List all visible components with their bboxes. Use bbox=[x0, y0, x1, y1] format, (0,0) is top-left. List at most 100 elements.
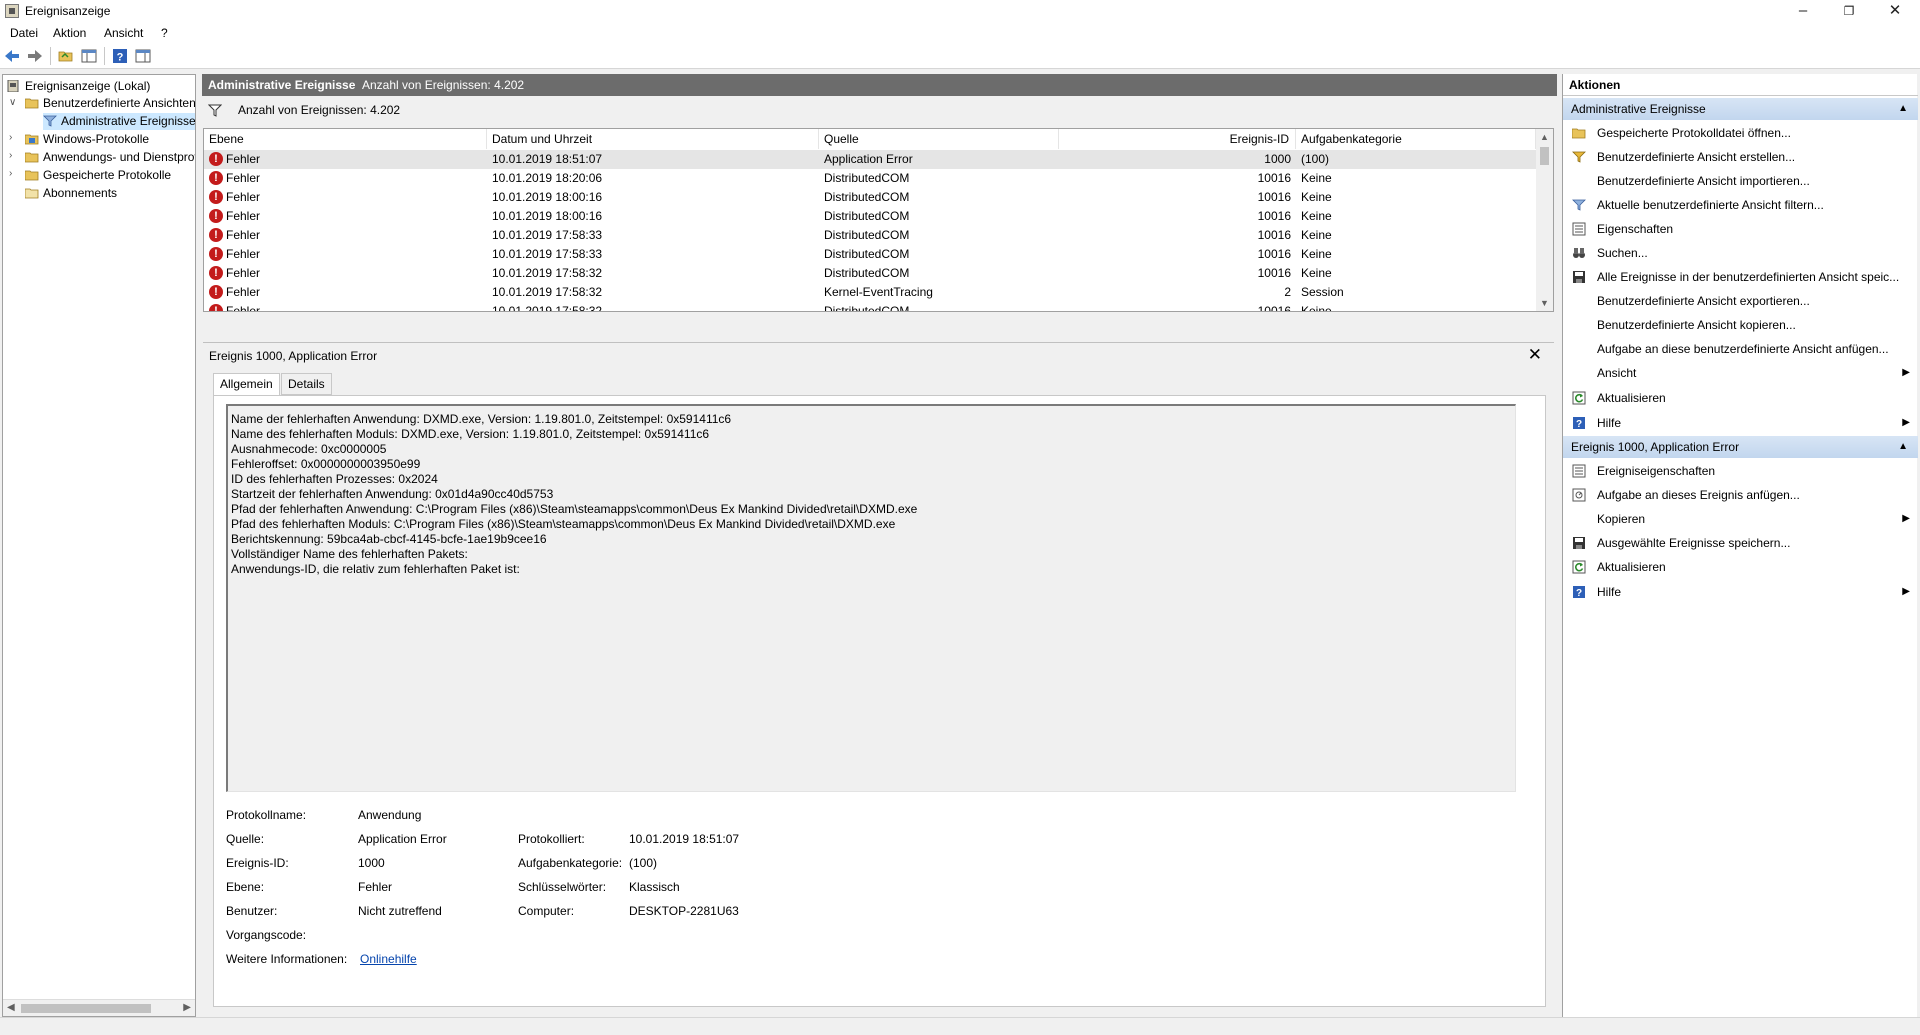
chevron-right-icon[interactable]: › bbox=[9, 150, 19, 162]
event-viewer-app-icon bbox=[5, 4, 19, 18]
event-list-scrollbar[interactable]: ▲ ▼ bbox=[1536, 129, 1553, 311]
close-window-button[interactable]: ✕ bbox=[1872, 0, 1918, 23]
message-line: Pfad des fehlerhaften Moduls: C:\Program… bbox=[231, 517, 896, 531]
help-icon[interactable]: ? bbox=[112, 48, 128, 64]
collapse-icon[interactable]: ▲ bbox=[1898, 98, 1908, 120]
toolbar: ? bbox=[0, 43, 1920, 69]
action-label: Gespeicherte Protokolldatei öffnen... bbox=[1597, 126, 1791, 140]
table-row[interactable]: ! Fehler 10.01.2019 18:00:16 Distributed… bbox=[204, 207, 1536, 226]
open-folder-icon[interactable] bbox=[58, 48, 74, 64]
action-open-saved-log[interactable]: Gespeicherte Protokolldatei öffnen... bbox=[1563, 121, 1918, 145]
section-event-1000[interactable]: Ereignis 1000, Application Error ▲ bbox=[1563, 436, 1918, 458]
action-import-custom-view[interactable]: Benutzerdefinierte Ansicht importieren..… bbox=[1563, 169, 1918, 193]
tree-item-subscriptions[interactable]: Abonnements bbox=[25, 185, 117, 202]
menu-datei[interactable]: Datei bbox=[10, 26, 38, 40]
event-message-box[interactable]: Name der fehlerhaften Anwendung: DXMD.ex… bbox=[226, 404, 1516, 792]
prop-label-more-info: Weitere Informationen: bbox=[226, 952, 348, 966]
scroll-up-icon[interactable]: ▲ bbox=[1540, 132, 1549, 142]
section-administrative-events[interactable]: Administrative Ereignisse ▲ bbox=[1563, 98, 1918, 120]
tree-item-windows-logs[interactable]: Windows-Protokolle bbox=[25, 131, 149, 148]
scroll-thumb[interactable] bbox=[1540, 147, 1549, 165]
collapse-icon[interactable]: ▲ bbox=[1898, 436, 1908, 458]
menu-help[interactable]: ? bbox=[161, 26, 168, 40]
tree-item-custom-views[interactable]: Benutzerdefinierte Ansichten bbox=[25, 95, 195, 112]
chevron-right-icon[interactable]: › bbox=[9, 168, 19, 180]
tree-label: Gespeicherte Protokolle bbox=[43, 168, 172, 182]
tree-item-app-service-logs[interactable]: Anwendungs- und Dienstprotokolle bbox=[25, 149, 195, 166]
tree-label: Ereignisanzeige (Lokal) bbox=[25, 79, 151, 93]
action-save-all-events[interactable]: Alle Ereignisse in der benutzerdefiniert… bbox=[1563, 265, 1918, 289]
action-filter-current-view[interactable]: Aktuelle benutzerdefinierte Ansicht filt… bbox=[1563, 193, 1918, 217]
forward-arrow-icon[interactable] bbox=[27, 48, 43, 64]
table-row[interactable]: ! Fehler 10.01.2019 17:58:32 Distributed… bbox=[204, 302, 1536, 311]
menu-ansicht[interactable]: Ansicht bbox=[104, 26, 143, 40]
status-bar bbox=[0, 1017, 1920, 1035]
show-action-pane-icon[interactable] bbox=[135, 48, 151, 64]
table-row[interactable]: ! Fehler 10.01.2019 17:58:32 Distributed… bbox=[204, 264, 1536, 283]
table-row[interactable]: ! Fehler 10.01.2019 18:00:16 Distributed… bbox=[204, 188, 1536, 207]
filter-icon bbox=[208, 104, 222, 117]
scroll-left-icon[interactable]: ◀ bbox=[7, 1002, 15, 1013]
action-help-event[interactable]: ? Hilfe ▶ bbox=[1563, 580, 1918, 604]
cell-datetime: 10.01.2019 17:58:33 bbox=[492, 228, 603, 242]
tree-item-event-viewer-local[interactable]: Ereignisanzeige (Lokal) bbox=[7, 78, 150, 95]
action-search[interactable]: Suchen... bbox=[1563, 241, 1918, 265]
column-header-source[interactable]: Quelle bbox=[819, 129, 1059, 149]
tree-item-saved-logs[interactable]: Gespeicherte Protokolle bbox=[25, 167, 171, 184]
cell-level: Fehler bbox=[226, 285, 261, 299]
scroll-thumb[interactable] bbox=[21, 1004, 151, 1013]
action-event-properties[interactable]: Ereigniseigenschaften bbox=[1563, 459, 1918, 483]
message-line: Anwendungs-ID, die relativ zum fehlerhaf… bbox=[231, 562, 520, 576]
column-header-task-category[interactable]: Aufgabenkategorie bbox=[1296, 129, 1536, 149]
action-view[interactable]: Ansicht ▶ bbox=[1563, 361, 1918, 385]
table-row[interactable]: ! Fehler 10.01.2019 18:51:07 Application… bbox=[204, 150, 1536, 169]
table-row[interactable]: ! Fehler 10.01.2019 17:58:33 Distributed… bbox=[204, 245, 1536, 264]
tab-general[interactable]: Allgemein bbox=[213, 373, 280, 396]
column-header-datetime[interactable]: Datum und Uhrzeit bbox=[487, 129, 819, 149]
chevron-right-icon[interactable]: › bbox=[9, 132, 19, 144]
action-attach-task-to-view[interactable]: Aufgabe an diese benutzerdefinierte Ansi… bbox=[1563, 337, 1918, 361]
center-pane: Administrative Ereignisse Anzahl von Ere… bbox=[202, 74, 1557, 1017]
action-label: Ausgewählte Ereignisse speichern... bbox=[1597, 536, 1791, 550]
cell-level: Fehler bbox=[226, 247, 261, 261]
action-create-custom-view[interactable]: Benutzerdefinierte Ansicht erstellen... bbox=[1563, 145, 1918, 169]
action-refresh-event[interactable]: Aktualisieren bbox=[1563, 555, 1918, 579]
action-copy[interactable]: Kopieren ▶ bbox=[1563, 507, 1918, 531]
action-properties[interactable]: Eigenschaften bbox=[1563, 217, 1918, 241]
action-copy-custom-view[interactable]: Benutzerdefinierte Ansicht kopieren... bbox=[1563, 313, 1918, 337]
column-header-event-id[interactable]: Ereignis-ID bbox=[1059, 129, 1296, 149]
online-help-link[interactable]: Onlinehilfe bbox=[360, 952, 417, 966]
scroll-down-icon[interactable]: ▼ bbox=[1540, 298, 1549, 308]
show-hide-tree-icon[interactable] bbox=[81, 48, 97, 64]
restore-button[interactable]: ❐ bbox=[1826, 0, 1872, 23]
actions-header: Aktionen bbox=[1563, 74, 1918, 96]
message-line: Name der fehlerhaften Anwendung: DXMD.ex… bbox=[231, 412, 732, 426]
table-row[interactable]: ! Fehler 10.01.2019 17:58:32 Kernel-Even… bbox=[204, 283, 1536, 302]
cell-datetime: 10.01.2019 18:20:06 bbox=[492, 171, 603, 185]
action-label: Benutzerdefinierte Ansicht importieren..… bbox=[1597, 174, 1810, 188]
tree-label: Anwendungs- und Dienstprotokolle bbox=[43, 150, 195, 164]
tree-horizontal-scrollbar[interactable]: ◀ ▶ bbox=[3, 999, 195, 1016]
cell-level: Fehler bbox=[226, 152, 261, 166]
back-arrow-icon[interactable] bbox=[4, 48, 20, 64]
tab-details[interactable]: Details bbox=[281, 373, 332, 395]
table-row[interactable]: ! Fehler 10.01.2019 17:58:33 Distributed… bbox=[204, 226, 1536, 245]
cell-source: DistributedCOM bbox=[824, 228, 910, 242]
action-save-selected-events[interactable]: Ausgewählte Ereignisse speichern... bbox=[1563, 531, 1918, 555]
table-row[interactable]: ! Fehler 10.01.2019 18:20:06 Distributed… bbox=[204, 169, 1536, 188]
scroll-right-icon[interactable]: ▶ bbox=[183, 1002, 191, 1013]
cell-datetime: 10.01.2019 18:51:07 bbox=[492, 152, 603, 166]
action-help[interactable]: ? Hilfe ▶ bbox=[1563, 411, 1918, 435]
action-refresh[interactable]: Aktualisieren bbox=[1563, 386, 1918, 410]
cell-source: DistributedCOM bbox=[824, 190, 910, 204]
close-icon[interactable]: ✕ bbox=[1528, 345, 1542, 365]
general-tab-body: Name der fehlerhaften Anwendung: DXMD.ex… bbox=[213, 395, 1546, 1007]
chevron-down-icon[interactable]: ∨ bbox=[9, 97, 19, 109]
column-header-level[interactable]: Ebene bbox=[204, 129, 487, 149]
action-export-custom-view[interactable]: Benutzerdefinierte Ansicht exportieren..… bbox=[1563, 289, 1918, 313]
cell-event-id: 10016 bbox=[1257, 209, 1291, 223]
minimize-button[interactable]: – bbox=[1780, 0, 1826, 23]
tree-item-administrative-events[interactable]: Administrative Ereignisse bbox=[43, 113, 195, 130]
action-attach-task-to-event[interactable]: Aufgabe an dieses Ereignis anfügen... bbox=[1563, 483, 1918, 507]
menu-aktion[interactable]: Aktion bbox=[53, 26, 86, 40]
